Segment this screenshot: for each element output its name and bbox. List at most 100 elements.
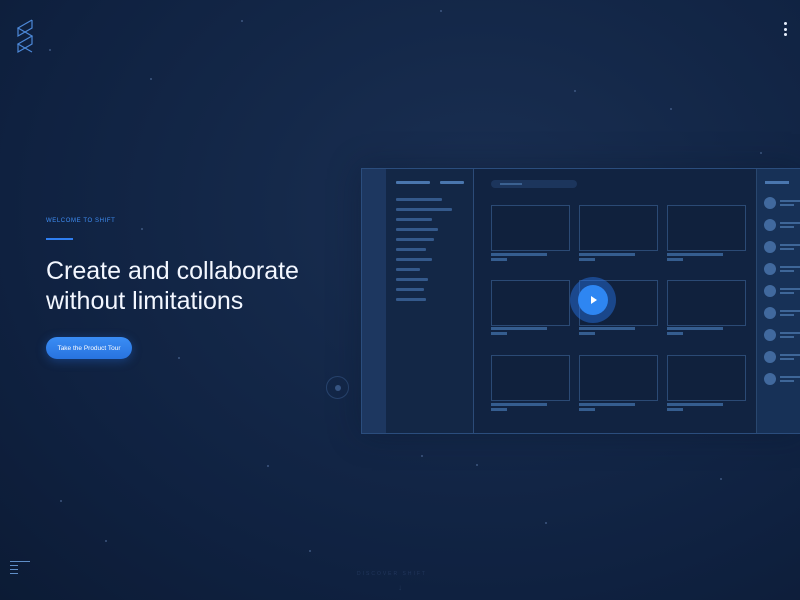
slide-indicator[interactable] [326,376,349,399]
mockup-avatar [764,285,776,297]
mockup-nav-line [396,228,438,231]
mockup-nav-line [396,218,432,221]
mockup-avatar-line [780,336,794,338]
mockup-card-line [667,403,723,406]
mockup-card-line [491,403,547,406]
product-tour-button[interactable]: Take the Product Tour [46,337,132,359]
mockup-card-line [667,258,683,261]
mockup-card-line [579,253,635,256]
mockup-nav-line [396,278,428,281]
mockup-avatar-line [780,310,800,312]
star [267,465,269,467]
mockup-avatar-line [780,358,794,360]
hero-headline: Create and collaborate without limitatio… [46,256,346,316]
mockup-avatar-line [780,288,800,290]
shift-logo-icon[interactable] [14,18,36,56]
mockup-member-heading [765,181,789,184]
star [241,20,243,22]
mockup-avatar-line [780,380,794,382]
arrow-down-icon[interactable]: ↓ [398,584,404,592]
mockup-card [579,205,658,251]
star [440,10,442,12]
star [178,357,180,359]
mockup-card-line [667,327,723,330]
mockup-avatar-line [780,204,794,206]
play-video-button[interactable] [570,277,616,323]
mockup-card-line [491,253,547,256]
star [760,152,762,154]
mockup-card-line [579,258,595,261]
mockup-avatar [764,241,776,253]
mockup-avatar-line [780,376,800,378]
star [105,540,107,542]
mockup-nav-line [396,208,452,211]
star [421,455,423,457]
mockup-nav-line [396,198,442,201]
mockup-card [491,280,570,326]
mockup-nav-line [396,288,424,291]
star [545,522,547,524]
mockup-card-line [579,327,635,330]
mockup-rail [362,169,387,433]
mockup-card [491,355,570,401]
star [670,108,672,110]
mockup-nav-line [396,248,426,251]
mockup-avatar [764,197,776,209]
mockup-nav-line [396,268,420,271]
mockup-card-line [667,332,683,335]
mockup-avatar-line [780,292,794,294]
mockup-avatar [764,219,776,231]
mockup-avatar-line [780,248,794,250]
discover-label[interactable]: DISCOVER SHIFT [357,571,427,577]
more-vertical-icon[interactable] [782,22,788,36]
mockup-card-line [491,332,507,335]
star [476,464,478,466]
mockup-sidebar-heading [440,181,464,184]
mockup-avatar-line [780,200,800,202]
mockup-avatar-line [780,354,800,356]
mockup-card-line [667,408,683,411]
mockup-sidebar-heading [396,181,430,184]
mockup-nav-line [396,298,426,301]
indicator-dot [335,385,341,391]
star [574,90,576,92]
star [141,228,143,230]
mockup-card [667,355,746,401]
mockup-card-line [579,403,635,406]
mockup-avatar-line [780,332,800,334]
mockup-nav-line [396,258,432,261]
mockup-avatar [764,263,776,275]
mockup-avatar-line [780,270,794,272]
mockup-member-list [756,169,800,433]
play-icon-glyph [587,294,599,306]
eyebrow-divider [46,238,73,240]
mockup-card [491,205,570,251]
mockup-avatar [764,351,776,363]
mockup-card-line [579,408,595,411]
mockup-card [579,355,658,401]
star [720,478,722,480]
mockup-avatar-line [780,314,794,316]
mockup-card [667,205,746,251]
mockup-card-line [491,408,507,411]
star [150,78,152,80]
mockup-card-line [491,258,507,261]
mockup-avatar-line [780,226,794,228]
mockup-avatar [764,329,776,341]
star [309,550,311,552]
play-icon[interactable] [578,285,608,315]
mockup-card-line [491,327,547,330]
star [49,49,51,51]
mockup-avatar-line [780,222,800,224]
mockup-card [667,280,746,326]
mockup-avatar [764,307,776,319]
mockup-avatar-line [780,266,800,268]
mockup-sidebar [386,169,474,433]
mockup-card-line [579,332,595,335]
mockup-avatar-line [780,244,800,246]
hamburger-icon[interactable] [10,561,30,576]
mockup-avatar [764,373,776,385]
mockup-nav-line [396,238,434,241]
star [60,500,62,502]
eyebrow-label: WELCOME TO SHIFT [46,218,115,224]
